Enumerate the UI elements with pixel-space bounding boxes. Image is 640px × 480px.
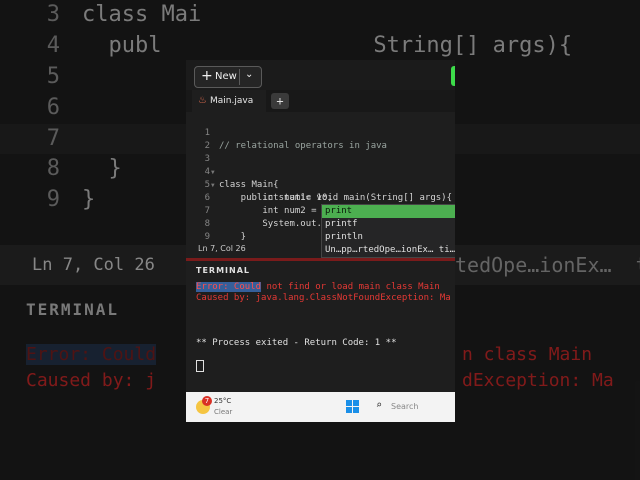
ide-window: + New ⌄ ♨ Main.java + 1 // relational op… (186, 60, 455, 422)
terminal-cursor (196, 360, 204, 372)
taskbar-search[interactable]: Search (391, 402, 418, 411)
tab-main-java[interactable]: ♨ Main.java (192, 90, 266, 114)
chevron-down-icon[interactable]: ⌄ (245, 69, 253, 80)
code-line: 3 ▼ class Main{ (186, 140, 455, 190)
new-button-label: New (215, 71, 237, 82)
toolbar: + New ⌄ (186, 60, 455, 90)
code-line: 5 int num1= 10; (186, 166, 455, 203)
new-button[interactable]: + New ⌄ (194, 66, 262, 88)
terminal-exit-line: ** Process exited - Return Code: 1 ** (196, 338, 397, 348)
divider (239, 69, 240, 85)
terminal-error-line: Error: Could not find or load main class… (196, 282, 440, 292)
weather-condition: Clear (214, 408, 233, 416)
java-file-icon: ♨ (198, 95, 207, 106)
code-line: 2 (186, 127, 455, 151)
add-tab-button[interactable]: + (271, 93, 289, 109)
run-indicator[interactable] (451, 66, 455, 86)
terminal-caused-line: Caused by: java.lang.ClassNotFoundExcept… (196, 293, 451, 303)
tab-bar: ♨ Main.java + (186, 90, 455, 114)
code-line: 4 ▼ public static void main(String[] arg… (186, 153, 455, 203)
autocomplete-item-exception[interactable]: Un…pp…rtedOpe…ionEx… ti… (322, 244, 455, 257)
plus-icon: + (201, 68, 213, 84)
terminal-title: TERMINAL (196, 266, 251, 275)
tab-label: Main.java (210, 96, 254, 106)
windows-start-icon[interactable] (346, 400, 360, 414)
status-bar-position: Ln 7, Col 26 (186, 240, 316, 257)
taskbar: 7 25°C Clear ⌕ Search (186, 392, 455, 422)
autocomplete-item-printf[interactable]: printf (322, 218, 455, 231)
error-highlight: Error: Could (196, 282, 262, 292)
error-text: not find or load main class Main (261, 282, 440, 292)
search-icon[interactable]: ⌕ (376, 400, 382, 411)
terminal-panel[interactable]: TERMINAL Error: Could not find or load m… (186, 261, 455, 394)
autocomplete-item-print[interactable]: print (322, 205, 455, 218)
autocomplete-popup: print printf println Un…pp…rtedOpe…ionEx… (321, 204, 455, 258)
autocomplete-item-println[interactable]: println (322, 231, 455, 244)
code-line: 1 // relational operators in java (186, 114, 455, 151)
code-line: 6 int num2 = 20; (186, 179, 455, 216)
weather-temp: 25°C (214, 397, 232, 405)
notification-badge: 7 (202, 396, 212, 406)
